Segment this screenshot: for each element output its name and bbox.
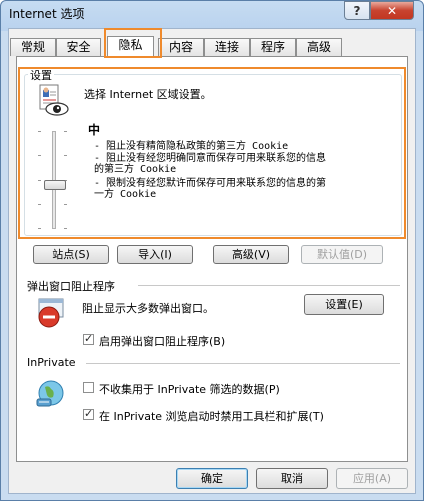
- inprivate-filtering-checkbox[interactable]: [83, 382, 94, 393]
- slider-ticks-left: [38, 131, 41, 229]
- privacy-slider-thumb[interactable]: [44, 180, 66, 190]
- popup-separator: [138, 285, 400, 286]
- enable-popup-blocker-checkbox[interactable]: [83, 332, 94, 345]
- tab-general[interactable]: 常规: [10, 38, 56, 56]
- apply-button[interactable]: 应用(A): [336, 468, 408, 489]
- popup-blocker-icon: [38, 298, 64, 328]
- popup-settings-button[interactable]: 设置(E): [304, 294, 384, 315]
- popup-description: 阻止显示大多数弹出窗口。: [82, 302, 214, 315]
- tab-content[interactable]: 内容: [158, 38, 204, 56]
- title-bar[interactable]: Internet 选项 ? ✕: [1, 1, 423, 27]
- bullet-3: - 限制没有经您默许而保存可用来联系您的信息的第 一方 Cookie: [94, 178, 327, 200]
- privacy-level: 中: [88, 123, 101, 137]
- inprivate-toolbars-label[interactable]: 在 InPrivate 浏览启动时禁用工具栏和扩展(T): [99, 408, 324, 424]
- default-button[interactable]: 默认值(D): [301, 245, 383, 264]
- bullet-1: - 阻止没有精简隐私政策的第三方 Cookie: [94, 141, 289, 152]
- popup-group-label: 弹出窗口阻止程序: [27, 280, 115, 293]
- tab-programs[interactable]: 程序: [250, 38, 296, 56]
- advanced-button[interactable]: 高级(V): [213, 245, 289, 264]
- import-button[interactable]: 导入(I): [117, 245, 193, 264]
- inprivate-group-label: InPrivate: [27, 356, 76, 369]
- inprivate-toolbars-checkbox[interactable]: [83, 407, 94, 420]
- help-button[interactable]: ?: [344, 1, 370, 20]
- ok-button[interactable]: 确定: [176, 468, 248, 489]
- cancel-button[interactable]: 取消: [256, 468, 328, 489]
- enable-popup-blocker-label[interactable]: 启用弹出窗口阻止程序(B): [99, 333, 225, 349]
- inprivate-filtering-label[interactable]: 不收集用于 InPrivate 筛选的数据(P): [99, 381, 280, 397]
- tab-security[interactable]: 安全: [56, 38, 101, 56]
- window-title: Internet 选项: [9, 7, 85, 21]
- privacy-icon: [39, 84, 69, 116]
- inprivate-icon: [36, 380, 64, 407]
- inprivate-separator: [86, 363, 400, 364]
- settings-intro: 选择 Internet 区域设置。: [84, 88, 212, 101]
- sites-button[interactable]: 站点(S): [33, 245, 109, 264]
- bullet-2: - 阻止没有经您明确同意而保存可用来联系您的信息 的第三方 Cookie: [94, 153, 327, 175]
- tab-highlight-marker: [104, 28, 162, 58]
- tab-connections[interactable]: 连接: [204, 38, 250, 56]
- tab-advanced[interactable]: 高级: [296, 38, 342, 56]
- close-button[interactable]: ✕: [370, 1, 414, 20]
